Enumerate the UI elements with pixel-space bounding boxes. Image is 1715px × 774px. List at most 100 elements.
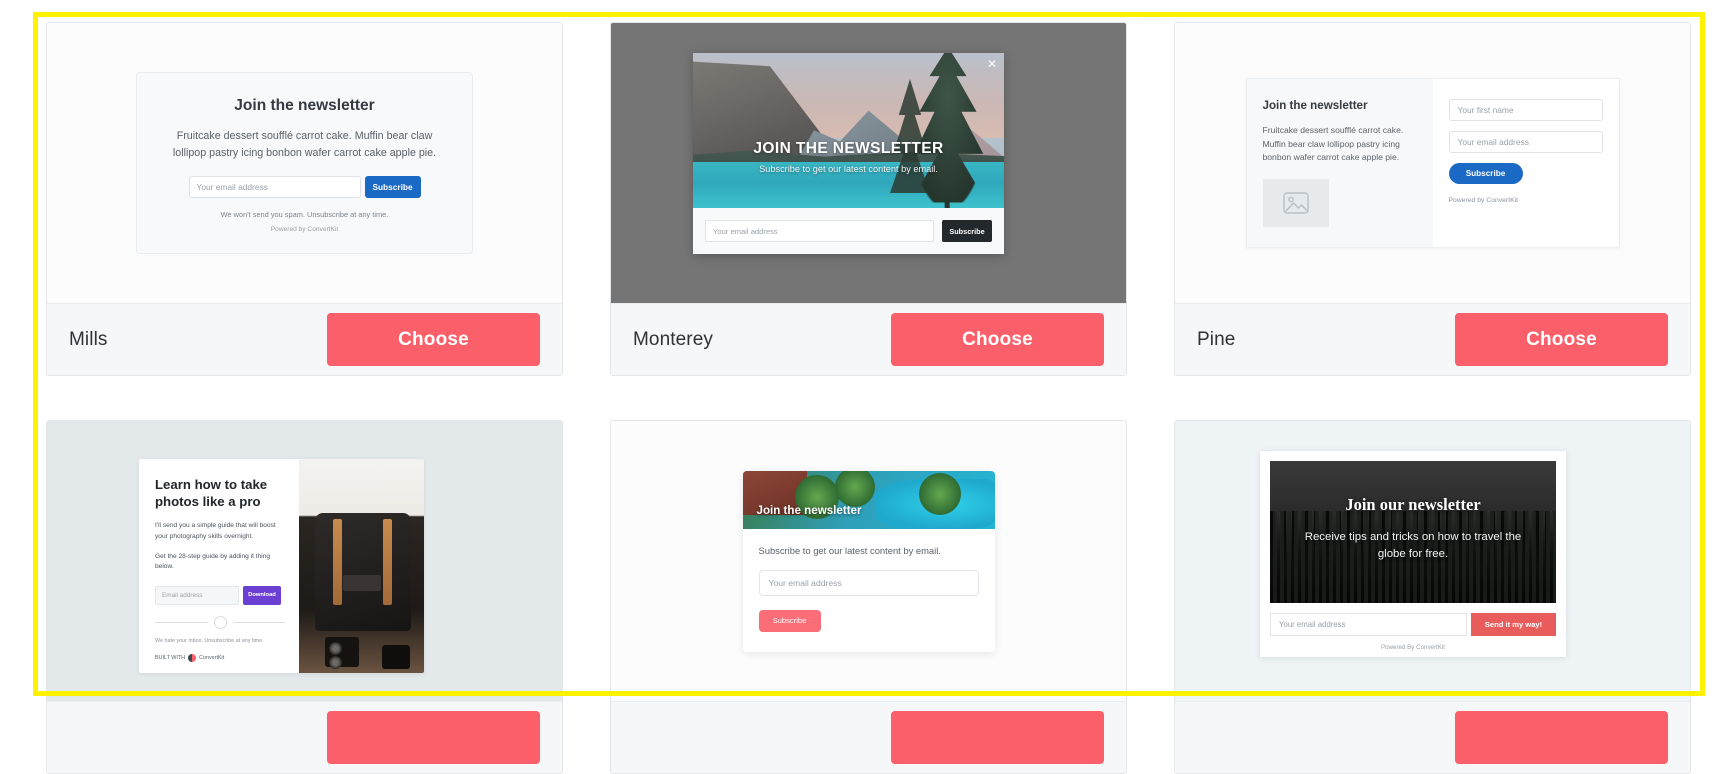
template-preview-pine: Join the newsletter Fruitcake dessert so… — [1175, 23, 1690, 303]
photo-guide-brand-name: ConvertKit — [199, 654, 225, 661]
photo-guide-photo — [299, 459, 424, 673]
monterey-hero-text: JOIN THE NEWSLETTER Subscribe to get our… — [693, 140, 1004, 174]
divider-line-left — [155, 621, 208, 623]
photo-guide-brand: BUILT WITH ConvertKit — [155, 653, 285, 662]
mills-description: Fruitcake dessert soufflé carrot cake. M… — [172, 129, 437, 159]
pool-body: Subscribe to get our latest content by e… — [743, 529, 995, 652]
palm-tree-3 — [918, 472, 961, 515]
camera-lens-top — [329, 642, 342, 655]
pool-subtitle: Subscribe to get our latest content by e… — [758, 544, 941, 556]
template-footer-forest — [1175, 701, 1690, 773]
close-icon[interactable]: ✕ — [987, 58, 997, 70]
template-preview-pool: Join the newsletter Subscribe to get our… — [611, 421, 1126, 701]
photo-guide-brand-label: BUILT WITH — [155, 654, 186, 661]
forest-email-input[interactable]: Your email address — [1270, 613, 1467, 636]
convertkit-logo-icon — [188, 653, 197, 662]
template-card-pine[interactable]: Join the newsletter Fruitcake dessert so… — [1174, 22, 1691, 376]
template-footer-pool — [611, 701, 1126, 773]
choose-button-pool[interactable] — [891, 711, 1104, 764]
divider-dot-icon — [213, 615, 227, 629]
choose-button-mills[interactable]: Choose — [327, 313, 540, 366]
choose-button-forest[interactable] — [1455, 711, 1668, 764]
photo-guide-email-input[interactable]: Email address — [155, 585, 239, 605]
template-footer-mills: Mills Choose — [47, 303, 562, 375]
forest-subtitle: Receive tips and tricks on how to travel… — [1304, 531, 1522, 560]
template-footer-photo-guide — [47, 701, 562, 773]
photo-guide-form-row: Email address Download — [155, 585, 285, 605]
backpack-flap — [343, 575, 381, 591]
photo-guide-form: Learn how to take photos like a pro I'll… — [139, 459, 424, 673]
backpack-strap-right — [383, 519, 392, 605]
pine-form-preview: Join the newsletter Fruitcake dessert so… — [1245, 77, 1620, 249]
photo-guide-title: Learn how to take photos like a pro — [155, 477, 268, 509]
template-preview-monterey: ✕ JOIN THE NEWSLETTER Subscribe to get o… — [611, 23, 1126, 303]
pine-email-input[interactable]: Your email address — [1448, 130, 1603, 153]
photo-guide-disclaimer: We hate your inbox. Unsubscribe at any t… — [155, 637, 264, 644]
pine-left-column: Join the newsletter Fruitcake dessert so… — [1246, 78, 1433, 248]
template-name-monterey: Monterey — [633, 328, 714, 350]
template-card-mills[interactable]: Join the newsletter Fruitcake dessert so… — [46, 22, 563, 376]
monterey-title: JOIN THE NEWSLETTER — [753, 140, 944, 157]
forest-title: Join our newsletter — [1345, 495, 1481, 514]
mills-powered-by: Powered by ConvertKit — [270, 226, 339, 234]
mills-form-row: Your email address Subscribe — [163, 176, 446, 199]
pine-first-name-input[interactable]: Your first name — [1448, 98, 1603, 121]
monterey-hero-image: ✕ JOIN THE NEWSLETTER Subscribe to get o… — [693, 53, 1004, 208]
pine-subscribe-button[interactable]: Subscribe — [1448, 162, 1523, 184]
monterey-overlay: ✕ JOIN THE NEWSLETTER Subscribe to get o… — [611, 23, 1126, 303]
pine-description: Fruitcake dessert soufflé carrot cake. M… — [1262, 124, 1404, 163]
forest-submit-button[interactable]: Send it my way! — [1471, 613, 1556, 636]
monterey-subscribe-button[interactable]: Subscribe — [942, 220, 992, 242]
template-preview-photo-guide: Learn how to take photos like a pro I'll… — [47, 421, 562, 701]
pool-email-input[interactable]: Your email address — [758, 569, 979, 596]
mills-email-input[interactable]: Your email address — [188, 176, 361, 199]
pine-title: Join the newsletter — [1262, 98, 1368, 112]
photo-guide-paragraph-1: I'll send you a simple guide that will b… — [155, 522, 276, 540]
choose-button-pine[interactable]: Choose — [1455, 313, 1668, 366]
photo-guide-paragraph-2: Get the 28-step guide by adding it thing… — [155, 552, 271, 571]
forest-form-preview: Join our newsletter Receive tips and tri… — [1260, 451, 1566, 657]
template-preview-mills: Join the newsletter Fruitcake dessert so… — [47, 23, 562, 303]
image-placeholder-icon — [1262, 179, 1329, 228]
camera-lens-bottom — [329, 656, 342, 669]
photo-guide-left-column: Learn how to take photos like a pro I'll… — [139, 459, 299, 673]
template-card-photo-guide[interactable]: Learn how to take photos like a pro I'll… — [46, 420, 563, 774]
template-preview-forest: Join our newsletter Receive tips and tri… — [1175, 421, 1690, 701]
choose-button-monterey[interactable]: Choose — [891, 313, 1104, 366]
forest-hero-image: Join our newsletter Receive tips and tri… — [1270, 461, 1556, 603]
mills-disclaimer: We won't send you spam. Unsubscribe at a… — [220, 210, 389, 220]
divider-line-right — [232, 621, 285, 623]
pool-subscribe-button[interactable]: Subscribe — [758, 609, 821, 632]
monterey-email-input[interactable]: Your email address — [705, 220, 934, 242]
camera-secondary — [382, 645, 410, 669]
monterey-modal: ✕ JOIN THE NEWSLETTER Subscribe to get o… — [693, 53, 1004, 254]
photo-guide-divider — [155, 615, 285, 629]
pine-powered-by: Powered by ConvertKit — [1448, 196, 1519, 204]
choose-button-photo-guide[interactable] — [327, 711, 540, 764]
template-card-forest[interactable]: Join our newsletter Receive tips and tri… — [1174, 420, 1691, 774]
template-footer-pine: Pine Choose — [1175, 303, 1690, 375]
photo-guide-download-button[interactable]: Download — [243, 585, 281, 605]
pool-hero-image: Join the newsletter — [742, 470, 995, 529]
template-name-mills: Mills — [69, 328, 108, 350]
template-footer-monterey: Monterey Choose — [611, 303, 1126, 375]
mills-subscribe-button[interactable]: Subscribe — [364, 176, 421, 199]
backpack-strap-left — [333, 519, 342, 605]
pool-form-preview: Join the newsletter Subscribe to get our… — [742, 470, 995, 652]
template-card-monterey[interactable]: ✕ JOIN THE NEWSLETTER Subscribe to get o… — [610, 22, 1127, 376]
template-grid: Join the newsletter Fruitcake dessert so… — [46, 22, 1692, 774]
mills-form-preview: Join the newsletter Fruitcake dessert so… — [136, 71, 473, 255]
monterey-form-row: Your email address Subscribe — [693, 208, 1004, 254]
pine-right-column: Your first name Your email address Subsc… — [1432, 78, 1619, 248]
backpack-shape — [315, 513, 411, 631]
template-name-pine: Pine — [1197, 328, 1236, 350]
template-card-pool[interactable]: Join the newsletter Subscribe to get our… — [610, 420, 1127, 774]
pool-title: Join the newsletter — [756, 503, 862, 517]
mills-title: Join the newsletter — [234, 96, 375, 114]
forest-powered-by: Powered By ConvertKit — [1381, 644, 1445, 651]
palm-tree-2 — [834, 470, 875, 507]
monterey-subtitle: Subscribe to get our latest content by e… — [759, 164, 938, 174]
forest-hero-text: Join our newsletter Receive tips and tri… — [1270, 495, 1556, 562]
template-gallery-page: Join the newsletter Fruitcake dessert so… — [0, 0, 1715, 774]
forest-form-row: Your email address Send it my way! — [1270, 613, 1556, 636]
